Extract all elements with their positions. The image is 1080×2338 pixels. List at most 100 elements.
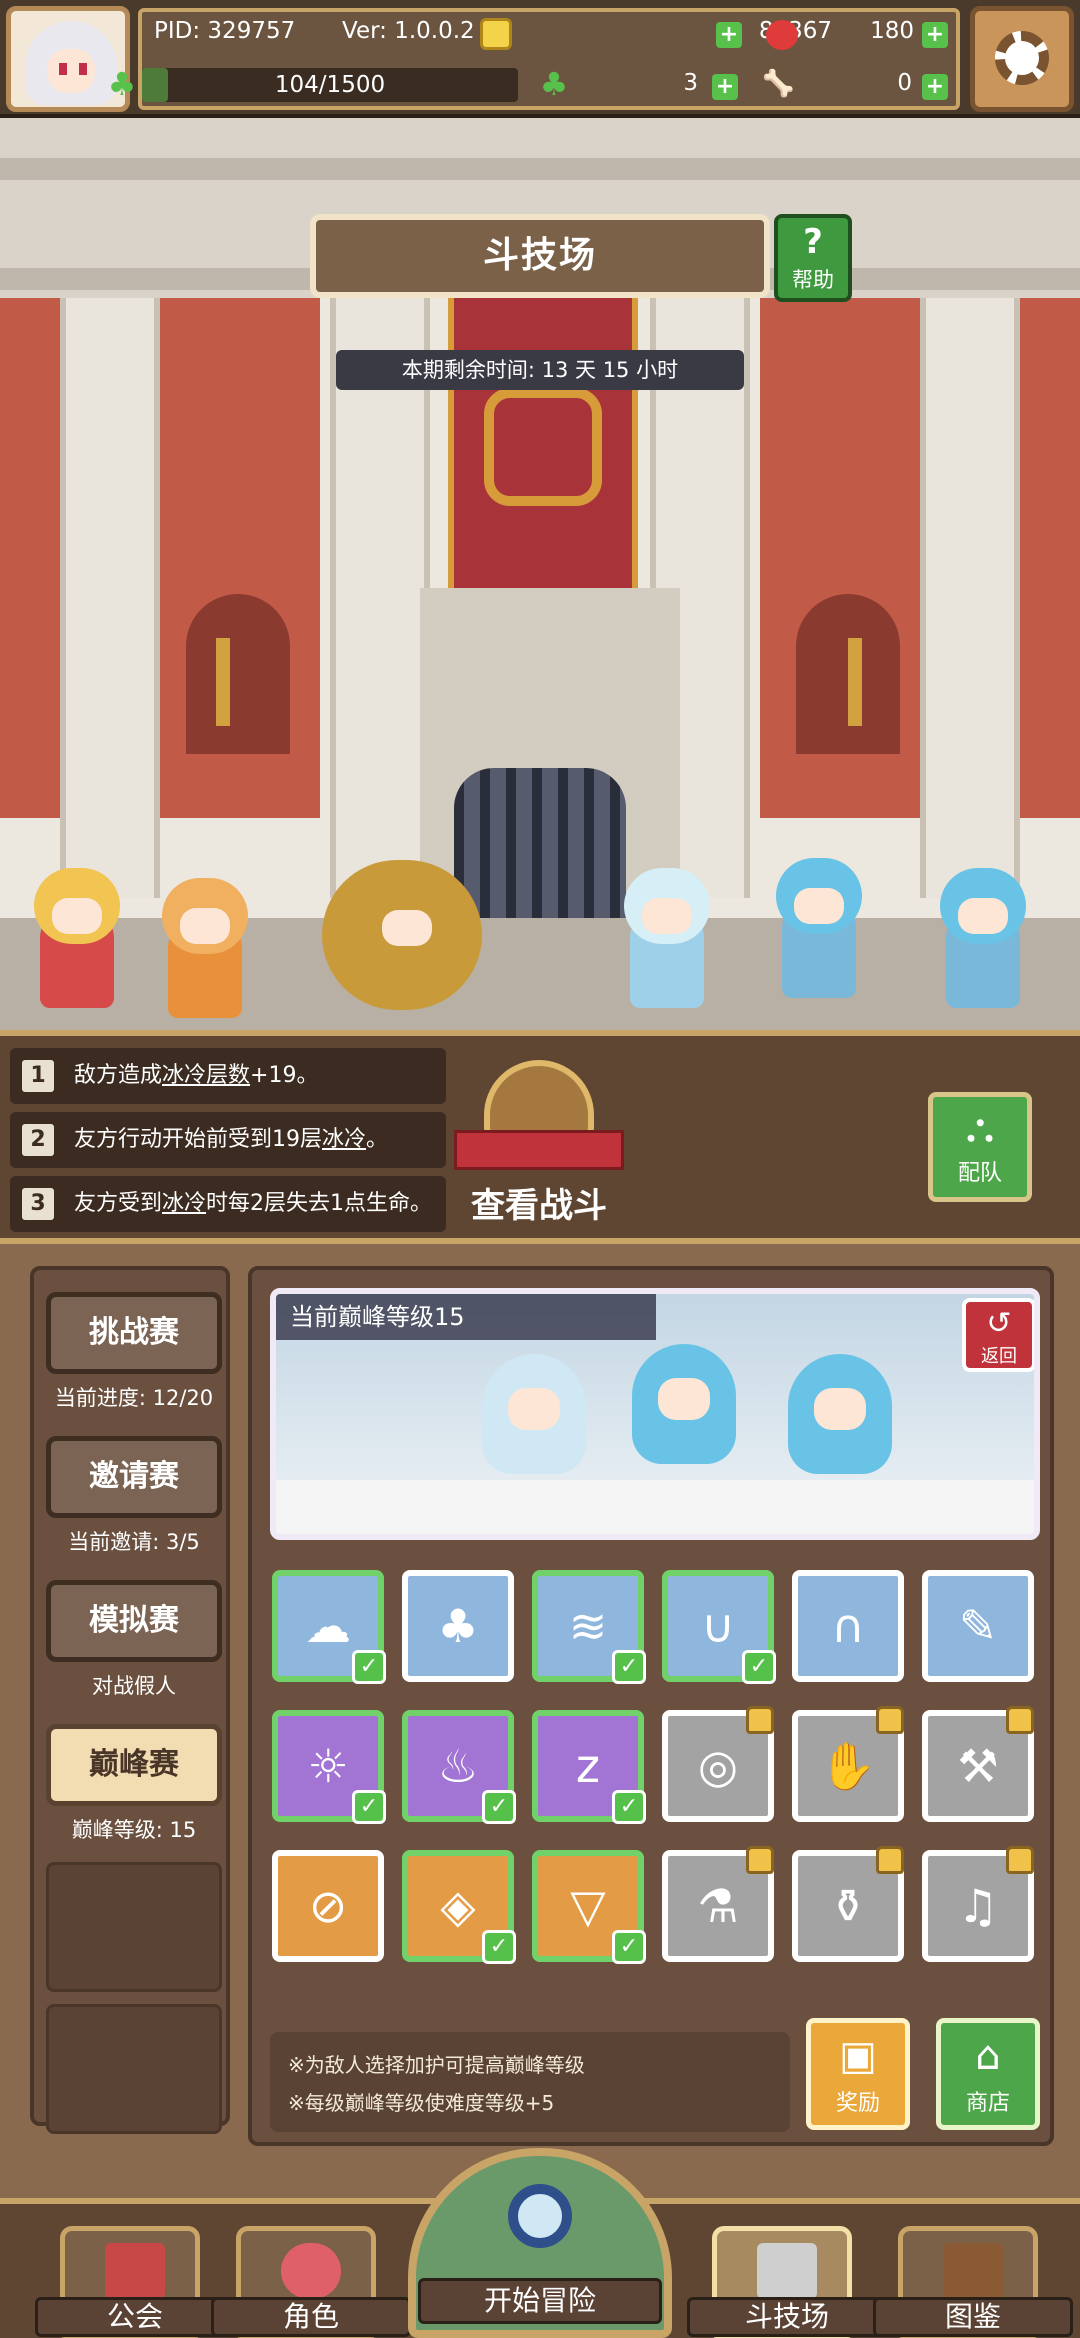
checkmark-icon: ✓ [482,1790,516,1824]
question-icon: ? [803,222,823,262]
blessing-tile[interactable]: ⚗ [662,1846,774,1962]
checkmark-icon: ✓ [612,1930,646,1964]
checkmark-icon: ✓ [352,1790,386,1824]
arena-banner [448,298,638,598]
arena-main-panel: 挑战赛 当前进度: 12/20 邀请赛 当前邀请: 3/5 模拟赛 对战假人 巅… [0,1238,1080,2198]
enemy-hero [612,868,722,1018]
nav-guild[interactable]: 公会 [35,2226,235,2338]
blessing-tile[interactable]: ▽ ✓ [532,1850,646,1964]
shop-button[interactable]: ⌂ 商店 [936,2018,1040,2130]
simulation-mode-button[interactable]: 模拟赛 [46,1580,222,1662]
challenge-mode-button[interactable]: 挑战赛 [46,1292,222,1374]
invitation-mode-button[interactable]: 邀请赛 [46,1436,222,1518]
peak-panel: 当前巅峰等级15 ↺ 返回 ☁ ✓ ♣ ≋ ✓ ∪ ✓ ∩ ✎ ☼ ✓ ♨ ✓ z ✓ ◎ ✋ ⚒ ⊘ ◈ ✓ ▽ ✓ ⚗ ⚱ ♫… [248,1266,1054,2146]
bone-icon: 🦴 [762,69,795,99]
clover-icon: ♣ [539,65,569,103]
feather-icon: ✎ [958,1599,998,1653]
add-gold-button[interactable]: + [716,22,742,48]
book-icon [943,2243,1003,2299]
checkmark-icon: ✓ [482,1930,516,1964]
add-clover-button[interactable]: + [712,74,738,100]
apple-amount: 180 [870,18,914,44]
blessing-tile[interactable]: ∩ [792,1570,904,1682]
challenge-progress: 当前进度: 12/20 [54,1386,214,1410]
blessing-tile[interactable]: ♫ [922,1846,1034,1962]
lock-icon [746,1706,774,1734]
blessing-tile[interactable]: ✎ [922,1570,1034,1682]
character-face-icon [281,2243,341,2299]
mode-sidebar: 挑战赛 当前进度: 12/20 邀请赛 当前邀请: 3/5 模拟赛 对战假人 巅… [30,1266,230,2134]
team-icon: ⛬ [966,1105,994,1151]
peak-enemy-preview: 当前巅峰等级15 ↺ 返回 [270,1288,1040,1540]
blessing-tile[interactable]: ✋ [792,1706,904,1822]
nav-arena[interactable]: 斗技场 [687,2226,887,2338]
add-bone-button[interactable]: + [922,74,948,100]
help-button[interactable]: ? 帮助 [774,214,852,302]
arena-scene: 斗技场 ? 帮助 本期剩余时间: 13 天 15 小时 [0,118,1080,1030]
coin-icon: ⊘ [308,1879,348,1933]
wall-sword-decoration [848,638,862,726]
blessing-tile[interactable]: ☼ ✓ [272,1710,386,1824]
enemy-hero [928,868,1038,1018]
guild-house-icon [105,2243,165,2299]
enemy-hero [764,858,874,1008]
enemy-hero [782,1354,898,1484]
checkmark-icon: ✓ [612,1650,646,1684]
energy-bar: 104/1500 [142,68,518,102]
return-arrow-icon: ↺ [986,1306,1012,1341]
nav-codex[interactable]: 图鉴 [873,2226,1073,2338]
top-status-bar: PID: 329757 Ver: 1.0.0.2 80367 + 180 + ♣… [0,0,1080,118]
blessing-tile[interactable]: ⚱ [792,1846,904,1962]
blessing-tile[interactable]: ⚒ [922,1706,1034,1822]
wall-sword-decoration [216,638,230,726]
view-battle-button[interactable]: 查看战斗 [444,1060,634,1226]
note-line: ※每级巅峰等级使难度等级+5 [288,2091,555,2115]
clover-amount: 3 [683,70,698,96]
blessing-tile[interactable]: ∪ ✓ [662,1570,776,1684]
energy-amount: 104/1500 [274,72,386,98]
energy-clover-icon: ♣ [107,65,137,103]
blessing-tile[interactable]: ≋ ✓ [532,1570,646,1684]
gear-icon [995,31,1049,85]
nav-character[interactable]: 角色 [211,2226,411,2338]
player-id: PID: 329757 [154,18,296,44]
peak-notes: ※为敌人选择加护可提高巅峰等级 ※每级巅峰等级使难度等级+5 [270,2032,790,2132]
effect-line: 2 友方行动开始前受到19层冰冷。 [10,1112,446,1168]
ally-hero-moon [322,860,492,1010]
peak-level-title: 当前巅峰等级15 [276,1294,656,1340]
blessing-tile[interactable]: ◈ ✓ [402,1850,516,1964]
game-version: Ver: 1.0.0.2 [342,18,475,44]
blessing-tile[interactable]: z ✓ [532,1710,646,1824]
add-apple-button[interactable]: + [922,22,948,48]
apple-icon [766,20,798,50]
lock-icon [876,1846,904,1874]
shop-icon: ⌂ [975,2033,1001,2079]
peak-mode-button[interactable]: 巅峰赛 [46,1724,222,1806]
effect-line: 1 敌方造成冰冷层数+19。 [10,1048,446,1104]
blessing-tile[interactable]: ⊘ [272,1850,384,1962]
blessing-tile[interactable]: ♨ ✓ [402,1710,516,1824]
treasure-chest-icon: ▣ [839,2033,877,2079]
ally-hero [22,868,132,1018]
checkmark-icon: ✓ [742,1650,776,1684]
bone-amount: 0 [897,70,912,96]
blessing-tile[interactable]: ♣ [402,1570,514,1682]
invitation-progress: 当前邀请: 3/5 [68,1530,200,1554]
note-line: ※为敌人选择加护可提高巅峰等级 [288,2053,585,2077]
peak-level-label: 巅峰等级: 15 [71,1818,197,1842]
checkmark-icon: ✓ [612,1790,646,1824]
blessing-tile[interactable]: ◎ [662,1706,774,1822]
effect-line: 3 友方受到冰冷时每2层失去1点生命。 [10,1176,446,1232]
lock-icon [876,1706,904,1734]
reward-button[interactable]: ▣ 奖励 [806,2018,910,2130]
team-setup-button[interactable]: ⛬ 配队 [928,1092,1032,1202]
blessing-tile[interactable]: ☁ ✓ [272,1570,386,1684]
empty-mode-slot [46,1862,222,1992]
enemy-hero [476,1354,592,1484]
gate-icon: ∩ [831,1599,865,1653]
season-remaining-time: 本期剩余时间: 13 天 15 小时 [336,350,744,390]
settings-button[interactable] [970,6,1074,112]
simulation-subtitle: 对战假人 [92,1674,176,1698]
return-button[interactable]: ↺ 返回 [962,1298,1034,1372]
ally-hero [150,878,260,1028]
